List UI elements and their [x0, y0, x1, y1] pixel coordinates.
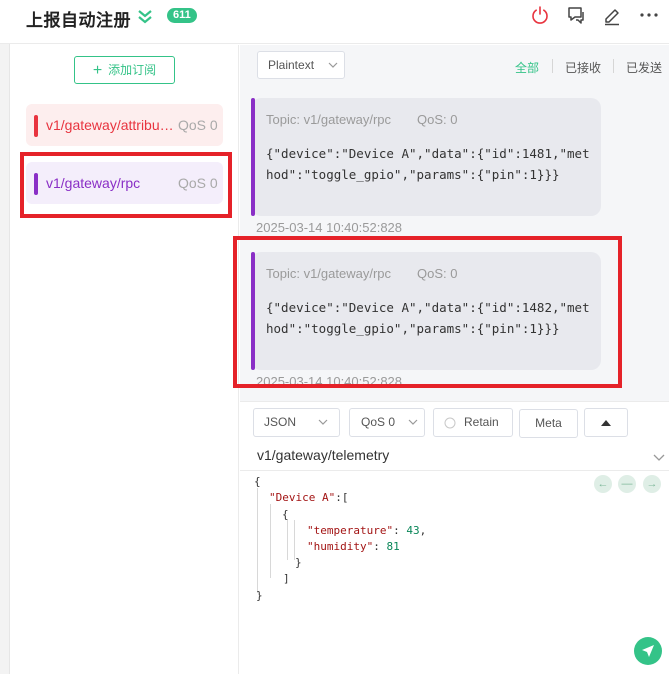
meta-button[interactable]: Meta — [519, 409, 578, 438]
retain-label: Retain — [464, 415, 499, 429]
subscription-item-attributes[interactable]: v1/gateway/attributes QoS 0 — [26, 104, 223, 146]
connection-header: 上报自动注册 611 — [0, 0, 669, 44]
publish-qos-value: QoS 0 — [361, 415, 396, 429]
code-line: { — [282, 508, 289, 521]
retain-toggle[interactable]: Retain — [433, 408, 513, 437]
subscriptions-sidebar: + 添加订阅 v1/gateway/attributes QoS 0 v1/gat… — [10, 45, 239, 674]
chevron-down-icon[interactable] — [653, 452, 665, 462]
message-color-bar — [251, 98, 255, 216]
topic-divider — [240, 470, 669, 471]
meta-label: Meta — [535, 416, 562, 430]
indent-guide — [257, 488, 258, 593]
indent-guide — [294, 520, 295, 560]
send-button[interactable] — [634, 637, 662, 665]
left-nav-strip — [0, 44, 10, 674]
highlight-box — [20, 152, 232, 218]
highlight-box — [233, 236, 622, 388]
more-icon[interactable] — [638, 4, 660, 26]
publish-qos-select[interactable]: QoS 0 — [349, 408, 425, 437]
payload-type-value: JSON — [264, 415, 297, 429]
chevron-down-icon — [408, 419, 418, 425]
publish-panel: JSON QoS 0 Retain Meta v1/gateway/teleme… — [240, 401, 669, 674]
app-window: 上报自动注册 611 + 添加订阅 v1/gateway/attributes … — [0, 0, 669, 674]
payload-editor[interactable]: { "Device A":[ { "temperature": 43, "hum… — [254, 474, 664, 624]
filter-divider — [613, 59, 614, 73]
filter-received-tab[interactable]: 已接收 — [565, 59, 601, 76]
code-line: } — [256, 589, 263, 602]
subscription-color-bar — [34, 115, 38, 137]
code-line: "Device A":[ — [269, 491, 349, 504]
chevron-double-down-icon[interactable] — [137, 8, 153, 24]
edit-icon[interactable] — [601, 4, 623, 26]
message-timestamp: 2025-03-14 10:40:52:828 — [256, 220, 403, 235]
payload-type-select[interactable]: JSON — [253, 408, 340, 437]
indent-guide — [287, 520, 288, 560]
chat-icon[interactable] — [565, 4, 587, 26]
triangle-up-icon — [601, 420, 611, 426]
collapse-button[interactable] — [584, 408, 628, 437]
message-bubble[interactable]: Topic: v1/gateway/rpc QoS: 0 {"device":"… — [251, 98, 601, 216]
chevron-down-icon — [318, 419, 328, 425]
connection-title: 上报自动注册 — [26, 11, 131, 30]
message-format-select[interactable]: Plaintext — [257, 51, 345, 79]
add-subscription-button[interactable]: + 添加订阅 — [74, 56, 175, 84]
message-topic: Topic: v1/gateway/rpc — [266, 112, 392, 127]
message-count-badge: 611 — [167, 8, 197, 23]
send-icon — [642, 645, 654, 657]
subscription-topic: v1/gateway/attributes — [46, 117, 174, 133]
power-icon[interactable] — [529, 4, 551, 26]
indent-guide — [270, 504, 271, 578]
message-payload: {"device":"Device A","data":{"id":1481,"… — [266, 146, 590, 182]
message-qos: QoS: 0 — [417, 112, 458, 127]
code-line: } — [295, 556, 302, 569]
radio-circle-icon — [444, 417, 456, 429]
publish-topic-input[interactable]: v1/gateway/telemetry — [257, 447, 389, 463]
add-subscription-label: 添加订阅 — [108, 63, 157, 77]
chevron-down-icon — [328, 62, 338, 68]
filter-sent-tab[interactable]: 已发送 — [626, 59, 662, 76]
code-line: { — [254, 475, 261, 488]
code-line: ] — [283, 572, 290, 585]
message-format-value: Plaintext — [268, 58, 315, 72]
code-line: "humidity": 81 — [307, 540, 400, 553]
plus-icon: + — [92, 62, 103, 79]
filter-all-tab[interactable]: 全部 — [515, 59, 539, 76]
code-line: "temperature": 43, — [307, 524, 427, 537]
subscription-qos: QoS 0 — [178, 117, 218, 133]
filter-divider — [552, 59, 553, 73]
